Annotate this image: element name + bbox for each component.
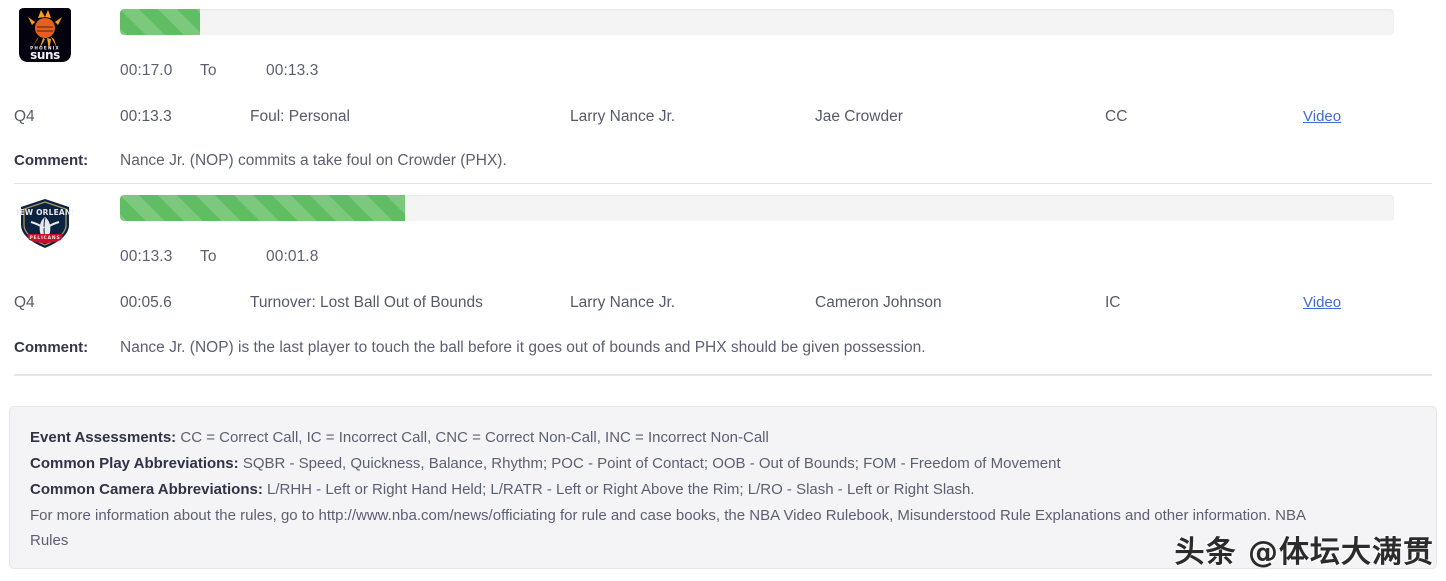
watermark: 头条 @体坛大满贯 [1174, 535, 1434, 570]
legend-camera-abbreviations-text: L/RHH - Left or Right Hand Held; L/RATR … [267, 481, 975, 498]
comment-label: Comment: [14, 152, 89, 169]
play-divider-1 [14, 183, 1432, 184]
range-to-label: To [200, 62, 217, 79]
new-orleans-pelicans-logo-icon: NEW ORLEANS PELICANS [17, 199, 73, 248]
team-logo-suns: PHOENIX suns [12, 6, 78, 66]
phoenix-suns-logo-icon: PHOENIX suns [19, 8, 71, 62]
event-committed-by: Larry Nance Jr. [570, 294, 676, 311]
legend-play-abbreviations-text: SQBR - Speed, Quickness, Balance, Rhythm… [242, 455, 1061, 472]
play-duration-bar-fill-1 [120, 9, 201, 35]
play-duration-bar-2 [120, 195, 1394, 221]
legend-camera-abbreviations-label: Common Camera Abbreviations: [30, 481, 263, 498]
legend-play-abbreviations: Common Play Abbreviations: SQBR - Speed,… [30, 451, 1416, 476]
event-video-link[interactable]: Video [1303, 108, 1341, 125]
team-logo-pelicans: NEW ORLEANS PELICANS [12, 198, 78, 250]
event-call-type: Foul: Personal [250, 108, 350, 125]
event-committed-by: Larry Nance Jr. [570, 108, 676, 125]
event-disadvantaged-by: Jae Crowder [815, 108, 903, 125]
legend-event-assessments-text: CC = Correct Call, IC = Incorrect Call, … [180, 429, 769, 446]
comment-label: Comment: [14, 339, 89, 356]
legend-event-assessments-label: Event Assessments: [30, 429, 177, 446]
legend-more-information: For more information about the rules, go… [30, 507, 1306, 549]
event-time: 00:05.6 [120, 294, 172, 311]
range-start-time: 00:13.3 [120, 248, 173, 265]
event-assessment: IC [1105, 294, 1121, 311]
comment-text: Nance Jr. (NOP) commits a take foul on C… [120, 152, 507, 169]
play-time-range-1: 00:17.0 To 00:13.3 [120, 62, 318, 80]
officiating-last-two-minute-report: PHOENIX suns 00:17.0 To 00:13.3 Q4 00:13.3… [0, 0, 1446, 581]
range-start-time: 00:17.0 [120, 62, 173, 79]
play-divider-2 [14, 374, 1432, 376]
event-time: 00:13.3 [120, 108, 172, 125]
legend-play-abbreviations-label: Common Play Abbreviations: [30, 455, 239, 472]
play-duration-bar-1 [120, 9, 1394, 35]
range-end-time: 00:13.3 [266, 62, 319, 79]
svg-text:PELICANS: PELICANS [29, 235, 60, 241]
play-duration-bar-fill-2 [120, 195, 406, 221]
event-assessment: CC [1105, 108, 1128, 125]
legend-camera-abbreviations: Common Camera Abbreviations: L/RHH - Lef… [30, 477, 1416, 502]
range-end-time: 00:01.8 [266, 248, 319, 265]
event-period: Q4 [14, 294, 35, 311]
event-period: Q4 [14, 108, 35, 125]
comment-text: Nance Jr. (NOP) is the last player to to… [120, 339, 926, 356]
event-disadvantaged-by: Cameron Johnson [815, 294, 942, 311]
svg-text:suns: suns [30, 48, 60, 62]
legend-event-assessments: Event Assessments: CC = Correct Call, IC… [30, 425, 1416, 450]
svg-text:NEW ORLEANS: NEW ORLEANS [17, 208, 73, 217]
event-call-type: Turnover: Lost Ball Out of Bounds [250, 294, 483, 311]
event-video-link[interactable]: Video [1303, 294, 1341, 311]
play-time-range-2: 00:13.3 To 00:01.8 [120, 248, 318, 266]
range-to-label: To [200, 248, 217, 265]
